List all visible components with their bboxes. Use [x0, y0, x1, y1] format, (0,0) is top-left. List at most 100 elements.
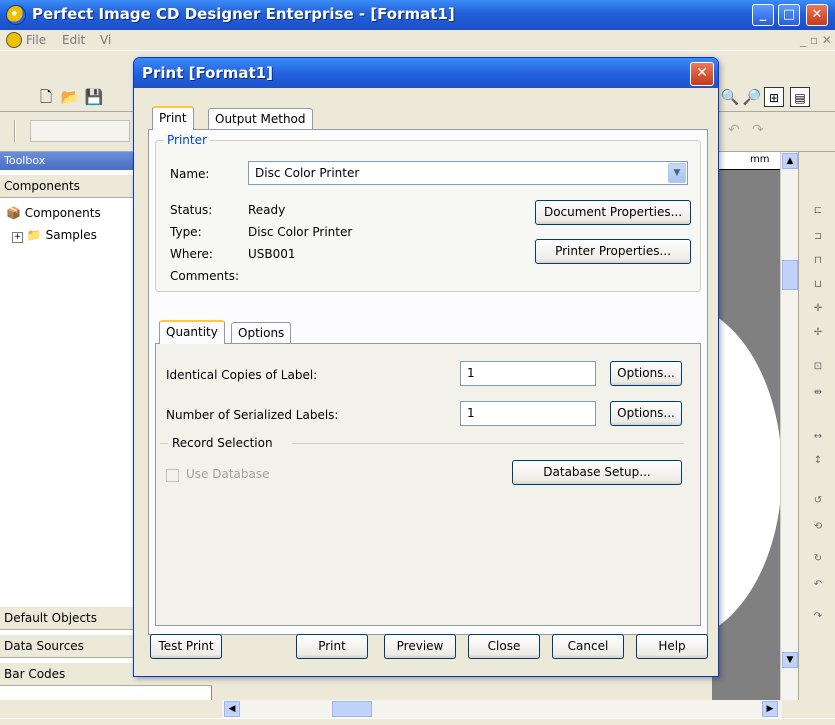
tab-quantity[interactable]: Quantity [159, 320, 225, 344]
space-horizontal-icon[interactable]: ⇹ [809, 384, 827, 402]
space-equal-icon[interactable]: ↔ [809, 428, 827, 446]
printer-group-label: Printer [164, 133, 210, 147]
folder-icon: 📁 [26, 228, 42, 242]
page-view-icon[interactable]: ▤ [790, 87, 810, 107]
printer-name-value: Disc Color Printer [255, 166, 360, 180]
document-icon [6, 32, 22, 48]
help-button[interactable]: Help [636, 634, 708, 659]
close-dialog-button[interactable]: Close [468, 634, 540, 659]
status-bar [0, 718, 835, 725]
main-title-bar[interactable]: Perfect Image CD Designer Enterprise - [… [0, 0, 835, 30]
tree-item-samples[interactable]: + 📁 Samples [12, 228, 97, 243]
space-vertical-icon[interactable]: ↕ [809, 452, 827, 470]
center-horizontal-icon[interactable]: ✛ [809, 300, 827, 318]
align-left-icon[interactable]: ⊏ [809, 202, 827, 220]
expand-icon[interactable]: + [12, 232, 23, 243]
tab-options[interactable]: Options [231, 322, 292, 344]
zoom-fit-icon[interactable]: ⊞ [764, 87, 784, 107]
menu-bar: File Edit Vi _ ▫ ✕ [0, 30, 835, 50]
align-bottom-icon[interactable]: ⊔ [809, 276, 827, 294]
hscroll-thumb[interactable] [332, 701, 372, 717]
where-label: Where: [170, 247, 213, 261]
maximize-button[interactable]: □ [778, 4, 800, 26]
scroll-down-icon[interactable]: ▼ [782, 652, 798, 668]
status-label: Status: [170, 203, 213, 217]
scroll-left-icon[interactable]: ◀ [224, 701, 240, 717]
tree-item-label: Samples [45, 228, 97, 242]
where-value: USB001 [248, 247, 296, 261]
printer-properties-button[interactable]: Printer Properties... [535, 239, 691, 264]
tab-print[interactable]: Print [152, 106, 194, 130]
test-print-button[interactable]: Test Print [150, 634, 222, 659]
preview-button[interactable]: Preview [384, 634, 456, 659]
app-title: Perfect Image CD Designer Enterprise - [… [32, 5, 455, 23]
close-button[interactable]: ✕ [806, 4, 828, 26]
tab-output-method[interactable]: Output Method [208, 108, 313, 130]
dialog-title-bar[interactable]: Print [Format1] ✕ [134, 58, 718, 88]
print-tab-panel: Printer Name: Disc Color Printer ▼ Statu… [148, 129, 708, 635]
print-dialog: Print [Format1] ✕ Print Output Method Pr… [133, 57, 719, 677]
identical-copies-input[interactable]: 1 [460, 361, 596, 386]
quantity-panel: Identical Copies of Label: 1 Options... … [155, 343, 701, 626]
use-database-label: Use Database [186, 467, 270, 481]
rotate-right-icon[interactable]: ↷ [809, 608, 827, 626]
scroll-thumb[interactable] [782, 260, 798, 290]
align-top-icon[interactable]: ⊓ [809, 252, 827, 270]
alignment-toolbar: ⊏ ⊐ ⊓ ⊔ ✛ ✢ ⊡ ⇹ ↔ ↕ ↺ ⟲ ↻ ↶ ↷ [798, 152, 835, 700]
document-properties-button[interactable]: Document Properties... [535, 200, 691, 225]
menu-edit[interactable]: Edit [62, 33, 85, 47]
font-combo[interactable] [30, 120, 130, 142]
mdi-controls[interactable]: _ ▫ ✕ [800, 33, 832, 47]
menu-view[interactable]: Vi [100, 33, 111, 47]
align-right-icon[interactable]: ⊐ [809, 228, 827, 246]
use-database-checkbox[interactable] [166, 469, 179, 482]
rotate-90-icon[interactable]: ↺ [809, 492, 827, 510]
record-divider-left [160, 443, 168, 444]
type-label: Type: [170, 225, 202, 239]
redo-icon[interactable]: ↷ [752, 122, 764, 138]
horizontal-scrollbar[interactable]: ◀ ▶ [222, 700, 782, 718]
dialog-close-icon[interactable]: ✕ [690, 62, 714, 86]
status-value: Ready [248, 203, 286, 217]
tree-item-label: Components [24, 206, 101, 220]
scroll-right-icon[interactable]: ▶ [762, 701, 778, 717]
open-folder-icon[interactable]: 📂 [60, 87, 80, 107]
undo-icon[interactable]: ↶ [728, 122, 740, 138]
zoom-in-icon[interactable]: 🔍 [720, 87, 740, 107]
scroll-up-icon[interactable]: ▲ [782, 153, 798, 169]
rotate-left-icon[interactable]: ↶ [809, 576, 827, 594]
print-button[interactable]: Print [296, 634, 368, 659]
new-file-icon[interactable]: 🗋 [36, 87, 56, 107]
identical-copies-label: Identical Copies of Label: [166, 368, 318, 382]
ruler: mm [712, 152, 782, 170]
name-label: Name: [170, 167, 210, 181]
dialog-body: Print Output Method Printer Name: Disc C… [138, 88, 714, 674]
rotate-180-icon[interactable]: ⟲ [809, 518, 827, 536]
center-page-icon[interactable]: ⊡ [809, 358, 827, 376]
chevron-down-icon[interactable]: ▼ [668, 163, 686, 183]
cancel-button[interactable]: Cancel [552, 634, 624, 659]
toolbar-grip[interactable] [14, 120, 16, 142]
center-vertical-icon[interactable]: ✢ [809, 324, 827, 342]
serialized-labels-label: Number of Serialized Labels: [166, 408, 339, 422]
save-icon[interactable]: 💾 [84, 87, 104, 107]
minimize-button[interactable]: _ [752, 4, 774, 26]
serialized-labels-input[interactable]: 1 [460, 401, 596, 426]
record-divider-right [292, 443, 684, 444]
zoom-out-icon[interactable]: 🔎 [742, 87, 762, 107]
menu-file[interactable]: File [26, 33, 46, 47]
tree-item-components[interactable]: 📦 Components [6, 206, 101, 220]
rotate-270-icon[interactable]: ↻ [809, 550, 827, 568]
dialog-title: Print [Format1] [142, 64, 274, 82]
database-setup-button[interactable]: Database Setup... [512, 460, 682, 485]
record-selection-label: Record Selection [172, 436, 273, 450]
comments-label: Comments: [170, 269, 240, 283]
serialized-options-button[interactable]: Options... [610, 401, 682, 426]
vertical-scrollbar[interactable]: ▲ ▼ [780, 152, 798, 700]
printer-group: Printer Name: Disc Color Printer ▼ Statu… [155, 133, 701, 292]
type-value: Disc Color Printer [248, 225, 353, 239]
components-icon: 📦 [6, 206, 21, 220]
ruler-unit: mm [750, 154, 770, 165]
printer-name-select[interactable]: Disc Color Printer ▼ [248, 161, 688, 185]
identical-options-button[interactable]: Options... [610, 361, 682, 386]
